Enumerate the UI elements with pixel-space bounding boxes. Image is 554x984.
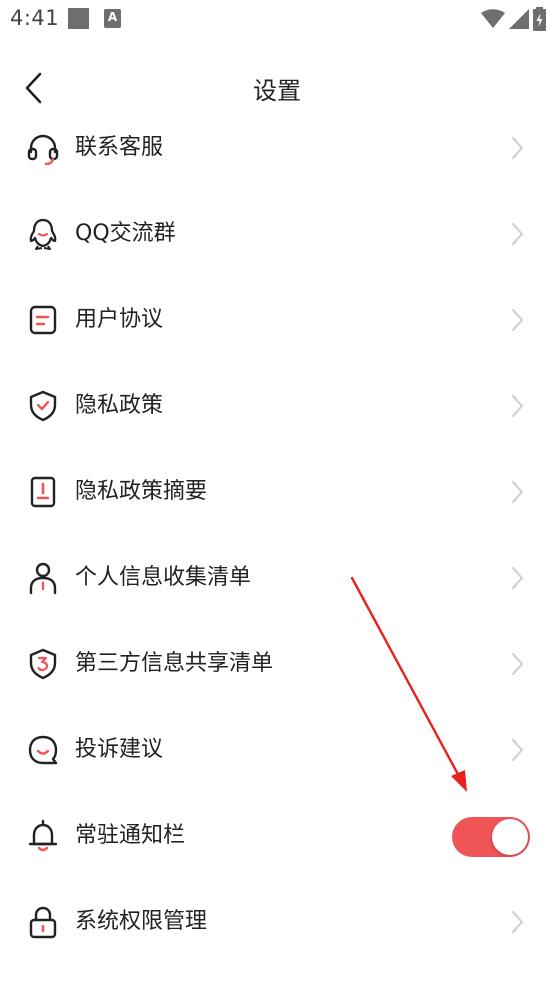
chevron-right-icon <box>508 910 526 934</box>
status-bar: 4:41 A <box>0 0 554 40</box>
battery-icon <box>533 7 546 31</box>
chevron-right-icon <box>508 652 526 676</box>
chevron-right-icon <box>508 480 526 504</box>
status-right-icons <box>477 6 546 32</box>
settings-item-persistent-notification: 常驻通知栏 <box>0 793 554 879</box>
signal-icon <box>509 9 529 29</box>
chevron-right-icon <box>508 308 526 332</box>
person-icon <box>26 561 60 595</box>
square-notification-icon <box>68 8 89 29</box>
settings-item-label: 隐私政策 <box>75 393 164 418</box>
headset-icon <box>26 131 60 165</box>
chat-bubble-icon <box>26 733 60 767</box>
settings-item-label: QQ交流群 <box>75 221 176 246</box>
settings-item-label: 用户协议 <box>75 307 164 332</box>
page-title: 设置 <box>253 77 301 105</box>
settings-item-customer-service[interactable]: 联系客服 <box>0 105 554 191</box>
chevron-right-icon <box>508 136 526 160</box>
persistent-notification-toggle[interactable] <box>452 817 530 857</box>
document-icon <box>26 303 60 337</box>
settings-item-label: 系统权限管理 <box>75 909 208 934</box>
lock-icon <box>26 905 60 939</box>
settings-item-complaint-feedback[interactable]: 投诉建议 <box>0 707 554 793</box>
bell-icon <box>26 819 60 853</box>
chevron-right-icon <box>508 394 526 418</box>
chevron-right-icon <box>508 222 526 246</box>
a-notification-icon: A <box>104 9 121 28</box>
settings-list: 联系客服 QQ交流群 用户协议 隐私政策 隐私政策摘要 个人信息收集清单 第三方… <box>0 105 554 965</box>
document-alert-icon <box>26 475 60 509</box>
settings-item-label: 隐私政策摘要 <box>75 479 208 504</box>
settings-item-personal-info-list[interactable]: 个人信息收集清单 <box>0 535 554 621</box>
status-time: 4:41 <box>10 6 60 30</box>
wifi-icon <box>481 9 505 28</box>
settings-item-privacy-policy[interactable]: 隐私政策 <box>0 363 554 449</box>
settings-item-label: 个人信息收集清单 <box>75 565 252 590</box>
settings-item-third-party-sharing[interactable]: 第三方信息共享清单 <box>0 621 554 707</box>
settings-screen: 4:41 A 设置 联系客服 QQ交流群 用户协议 隐私政策 隐私政策摘要 个人… <box>0 0 554 984</box>
settings-item-label: 联系客服 <box>75 135 164 160</box>
settings-item-label: 常驻通知栏 <box>75 823 186 848</box>
toggle-knob <box>492 819 528 855</box>
qq-penguin-icon <box>26 217 60 251</box>
settings-item-qq-group[interactable]: QQ交流群 <box>0 191 554 277</box>
settings-item-user-agreement[interactable]: 用户协议 <box>0 277 554 363</box>
settings-item-privacy-summary[interactable]: 隐私政策摘要 <box>0 449 554 535</box>
chevron-right-icon <box>508 566 526 590</box>
settings-item-label: 第三方信息共享清单 <box>75 651 274 676</box>
settings-item-system-permissions[interactable]: 系统权限管理 <box>0 879 554 965</box>
settings-item-label: 投诉建议 <box>75 737 164 762</box>
shield-number-icon <box>26 647 60 681</box>
shield-check-icon <box>26 389 60 423</box>
chevron-right-icon <box>508 738 526 762</box>
